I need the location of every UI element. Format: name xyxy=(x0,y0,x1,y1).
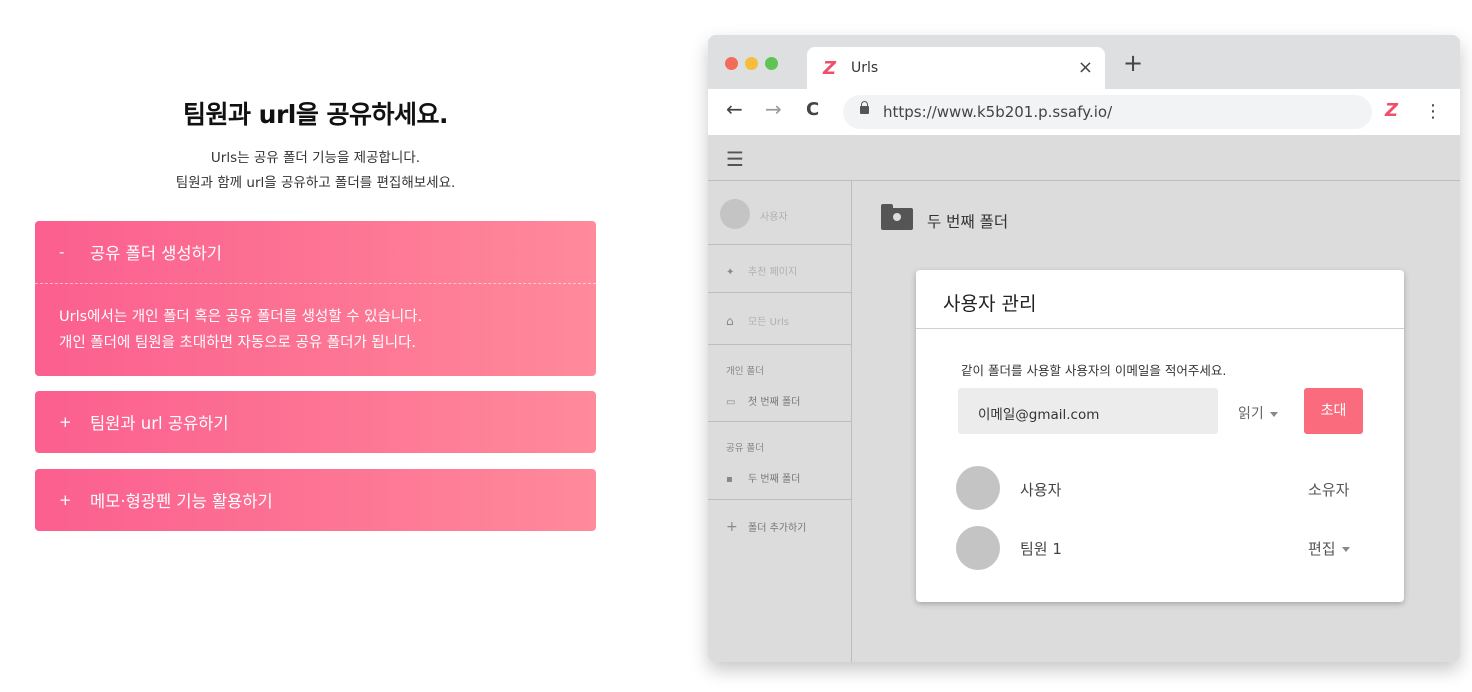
new-tab-icon[interactable]: + xyxy=(1123,51,1143,75)
back-arrow-icon[interactable]: ← xyxy=(726,99,743,119)
permission-select[interactable]: 읽기 xyxy=(1238,403,1278,423)
sidebar-item-label: 두 번째 폴더 xyxy=(748,474,801,485)
divider xyxy=(916,328,1404,329)
add-folder-button[interactable]: + 폴더 추가하기 xyxy=(726,519,806,535)
section-header: 공유 폴더 xyxy=(726,443,764,454)
expand-icon: + xyxy=(59,491,72,509)
address-bar[interactable]: https://www.k5b201.p.ssafy.io/ xyxy=(843,95,1372,129)
sidebar-item-label: 폴더 추가하기 xyxy=(748,523,807,534)
section-header: 개인 폴더 xyxy=(726,366,764,377)
sidebar-shared-folders: 공유 폴더 ▪ 두 번째 폴더 xyxy=(708,422,851,500)
folder-outline-icon: ▭ xyxy=(726,397,736,408)
sidebar: 사용자 ✦ 추천 페이지 ⌂ 모든 Urls 개인 폴더 ▭ 첫 번째 폴더 공유 폴… xyxy=(708,181,852,662)
sidebar-item-label: 추천 페이지 xyxy=(748,267,798,278)
page-headline: 팀원과 url을 공유하세요. xyxy=(182,100,449,129)
avatar xyxy=(956,466,1000,510)
sidebar-item-all-urls[interactable]: ⌂ 모든 Urls xyxy=(708,293,851,345)
member-name: 사용자 xyxy=(1020,481,1062,499)
browser-tab[interactable]: Z Urls × xyxy=(807,47,1105,89)
sidebar-personal-folders: 개인 폴더 ▭ 첫 번째 폴더 xyxy=(708,345,851,422)
avatar xyxy=(720,199,750,229)
address-bar-row: ← → C https://www.k5b201.p.ssafy.io/ Z ⋮ xyxy=(708,89,1460,135)
main-content: 두 번째 폴더 사용자 관리 같이 폴더를 사용할 사용자의 이메일을 적어주세… xyxy=(852,181,1460,662)
window-close-dot[interactable] xyxy=(725,57,738,70)
avatar xyxy=(956,526,1000,570)
subtitle-line-1: Urls는 공유 폴더 기능을 제공합니다. xyxy=(210,150,421,166)
app-header: ☰ xyxy=(708,135,1460,181)
sidebar-item-label: 첫 번째 폴더 xyxy=(748,397,801,408)
chevron-down-icon xyxy=(1341,547,1350,552)
subtitle-line-2: 팀원과 함께 url을 공유하고 폴더를 편집해보세요. xyxy=(175,175,456,191)
home-icon: ⌂ xyxy=(726,314,734,328)
accordion-body-line-1: Urls에서는 개인 폴더 혹은 공유 폴더를 생성할 수 있습니다. xyxy=(59,309,423,325)
accordion-item-share-url[interactable]: + 팀원과 url 공유하기 xyxy=(35,391,596,453)
dialog-title: 사용자 관리 xyxy=(943,293,1037,315)
collapse-icon: - xyxy=(59,243,65,261)
urls-logo-icon: Z xyxy=(823,58,837,79)
accordion-item-memo-highlighter[interactable]: + 메모·형광펜 기능 활용하기 xyxy=(35,469,596,531)
accordion-body: Urls에서는 개인 폴더 혹은 공유 폴더를 생성할 수 있습니다. 개인 폴… xyxy=(35,283,596,375)
plus-icon: + xyxy=(726,519,738,535)
accordion-item-create-shared-folder: - 공유 폴더 생성하기 Urls에서는 개인 폴더 혹은 공유 폴더를 생성할… xyxy=(35,221,596,376)
sidebar-user[interactable]: 사용자 xyxy=(708,181,851,245)
shared-folder-icon: ▪ xyxy=(726,474,733,485)
sparkle-icon: ✦ xyxy=(726,267,735,278)
shared-folder-icon xyxy=(881,204,913,230)
lock-icon xyxy=(860,101,869,114)
accordion-title: 공유 폴더 생성하기 xyxy=(90,244,222,263)
member-role-select[interactable]: 편집 xyxy=(1308,538,1350,559)
member-role-value: 편집 xyxy=(1308,540,1336,558)
more-menu-icon[interactable]: ⋮ xyxy=(1424,101,1442,122)
folder-title: 두 번째 폴더 xyxy=(927,213,1009,231)
page-subtitle: Urls는 공유 폴더 기능을 제공합니다. 팀원과 함께 url을 공유하고 … xyxy=(35,146,596,196)
tab-title: Urls xyxy=(851,60,879,76)
url-text[interactable]: https://www.k5b201.p.ssafy.io/ xyxy=(883,103,1112,121)
sidebar-item-recommended[interactable]: ✦ 추천 페이지 xyxy=(708,245,851,293)
member-name: 팀원 1 xyxy=(1020,540,1062,558)
email-field[interactable]: 이메일@gmail.com xyxy=(958,388,1218,434)
accordion-header[interactable]: + 팀원과 url 공유하기 xyxy=(35,391,596,453)
browser-mockup: Z Urls × + ← → C https://www.k5b201.p.ss… xyxy=(708,35,1460,662)
accordion-header[interactable]: + 메모·형광펜 기능 활용하기 xyxy=(35,469,596,531)
accordion-header[interactable]: - 공유 폴더 생성하기 xyxy=(35,221,596,283)
email-value: 이메일@gmail.com xyxy=(978,407,1100,423)
window-minimize-dot[interactable] xyxy=(745,57,758,70)
reload-icon[interactable]: C xyxy=(806,101,819,119)
member-role: 소유자 xyxy=(1308,481,1350,499)
expand-icon: + xyxy=(59,413,72,431)
urls-extension-icon[interactable]: Z xyxy=(1385,100,1398,121)
close-tab-icon[interactable]: × xyxy=(1078,57,1093,78)
user-management-dialog: 사용자 관리 같이 폴더를 사용할 사용자의 이메일을 적어주세요. 이메일@g… xyxy=(916,270,1404,602)
sidebar-item-first-folder[interactable]: ▭ 첫 번째 폴더 xyxy=(726,393,800,408)
accordion-title: 메모·형광펜 기능 활용하기 xyxy=(90,492,273,511)
invite-button[interactable]: 초대 xyxy=(1304,388,1363,434)
permission-value: 읽기 xyxy=(1238,406,1264,422)
window-maximize-dot[interactable] xyxy=(765,57,778,70)
dialog-description: 같이 폴더를 사용할 사용자의 이메일을 적어주세요. xyxy=(961,363,1227,378)
hamburger-menu-icon[interactable]: ☰ xyxy=(726,147,744,171)
tab-bar: Z Urls × + xyxy=(708,35,1460,89)
forward-arrow-icon[interactable]: → xyxy=(765,99,782,119)
sidebar-item-label: 모든 Urls xyxy=(748,317,789,328)
sidebar-item-second-folder[interactable]: ▪ 두 번째 폴더 xyxy=(726,470,800,485)
accordion-body-line-2: 개인 폴더에 팀원을 초대하면 자동으로 공유 폴더가 됩니다. xyxy=(59,335,417,351)
accordion-title: 팀원과 url 공유하기 xyxy=(90,414,229,433)
sidebar-username: 사용자 xyxy=(760,212,788,223)
chevron-down-icon xyxy=(1269,411,1278,417)
